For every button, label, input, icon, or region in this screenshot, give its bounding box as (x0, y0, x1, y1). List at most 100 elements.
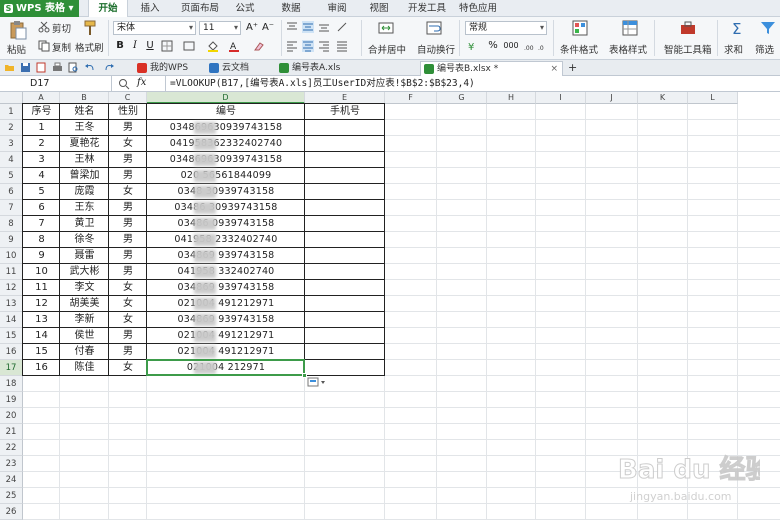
print-preview-icon[interactable] (68, 62, 79, 73)
distributed-icon[interactable] (336, 40, 348, 52)
toolbox-icon[interactable] (680, 20, 696, 36)
table-cell[interactable]: 武大彬 (60, 264, 109, 280)
font-size-select[interactable]: 11 (199, 21, 241, 35)
format-painter-button[interactable]: 格式刷 (75, 40, 104, 54)
row-header-2[interactable]: 2 (0, 120, 23, 136)
row-header-1[interactable]: 1 (0, 104, 23, 120)
wrap-text-button[interactable]: 自动换行 (417, 42, 455, 56)
table-cell[interactable]: 男 (109, 232, 147, 248)
table-cell[interactable]: 王冬 (60, 120, 109, 136)
table-cell[interactable]: 13 (23, 312, 60, 328)
table-cell[interactable]: 12 (23, 296, 60, 312)
format-painter-icon[interactable] (82, 20, 98, 36)
fill-color-icon[interactable] (207, 40, 219, 52)
export-pdf-icon[interactable] (36, 62, 47, 73)
table-cell[interactable]: 王东 (60, 200, 109, 216)
table-cell[interactable]: 10 (23, 264, 60, 280)
table-cell[interactable]: 女 (109, 312, 147, 328)
row-header-24[interactable]: 24 (0, 472, 23, 488)
merge-center-button[interactable]: 合并居中 (368, 42, 406, 56)
name-box[interactable]: D17 (0, 76, 112, 92)
table-cell[interactable]: 034869 939743158 (147, 312, 305, 328)
column-header-g[interactable]: G (437, 92, 487, 104)
doc-tab-cloud[interactable]: 云文档 (206, 61, 268, 76)
align-right-icon[interactable] (318, 40, 330, 52)
table-cell[interactable] (305, 312, 385, 328)
fx-button[interactable]: fx (137, 77, 146, 88)
doc-tab-table-b[interactable]: 编号表B.xlsx * × (420, 61, 563, 76)
tab-special[interactable]: 特色应用 (455, 0, 501, 17)
row-header-17[interactable]: 17 (0, 360, 23, 376)
copy-button[interactable]: 复制 (52, 40, 71, 54)
table-cell[interactable]: 胡美美 (60, 296, 109, 312)
table-cell[interactable] (305, 344, 385, 360)
tab-developer[interactable]: 开发工具 (404, 0, 450, 17)
formula-input[interactable]: =VLOOKUP(B17,[编号表A.xls]员工UserID对应表!$B$2:… (170, 76, 475, 92)
table-cell[interactable]: 020 56561844099 (147, 168, 305, 184)
table-cell[interactable]: 15 (23, 344, 60, 360)
table-cell[interactable]: 7 (23, 216, 60, 232)
table-cell[interactable] (305, 296, 385, 312)
table-cell[interactable]: 男 (109, 216, 147, 232)
table-cell[interactable] (305, 120, 385, 136)
table-cell[interactable]: 4 (23, 168, 60, 184)
table-cell[interactable] (305, 200, 385, 216)
row-header-20[interactable]: 20 (0, 408, 23, 424)
table-cell[interactable]: 女 (109, 296, 147, 312)
row-header-6[interactable]: 6 (0, 184, 23, 200)
row-header-16[interactable]: 16 (0, 344, 23, 360)
row-header-25[interactable]: 25 (0, 488, 23, 504)
align-bottom-icon[interactable] (318, 21, 330, 33)
table-cell[interactable] (305, 136, 385, 152)
table-cell[interactable] (305, 232, 385, 248)
row-header-19[interactable]: 19 (0, 392, 23, 408)
clear-format-icon[interactable] (253, 40, 265, 52)
row-header-7[interactable]: 7 (0, 200, 23, 216)
row-header-3[interactable]: 3 (0, 136, 23, 152)
align-center-icon[interactable] (302, 40, 314, 52)
table-cell[interactable] (305, 328, 385, 344)
row-header-13[interactable]: 13 (0, 296, 23, 312)
paste-button[interactable]: 粘贴 (7, 42, 26, 56)
row-header-11[interactable]: 11 (0, 264, 23, 280)
zoom-search-icon[interactable] (118, 78, 130, 90)
font-shrink-button[interactable]: A⁻ (261, 21, 275, 34)
tab-insert[interactable]: 插入 (134, 0, 166, 17)
number-format-select[interactable]: 常规 (465, 21, 547, 35)
align-left-icon[interactable] (286, 40, 298, 52)
table-cell[interactable]: 男 (109, 152, 147, 168)
table-cell[interactable]: 陈佳 (60, 360, 109, 376)
row-header-23[interactable]: 23 (0, 456, 23, 472)
table-cell[interactable]: 付春 (60, 344, 109, 360)
font-grow-button[interactable]: A⁺ (245, 21, 259, 34)
sum-icon[interactable]: Σ (730, 20, 746, 36)
table-cell[interactable] (305, 184, 385, 200)
table-cell[interactable]: 021004 491212971 (147, 296, 305, 312)
column-header-j[interactable]: J (586, 92, 638, 104)
percent-button[interactable]: % (487, 39, 499, 52)
bold-button[interactable]: B (114, 39, 126, 52)
decrease-decimal-icon[interactable]: .0 (538, 40, 550, 52)
row-header-21[interactable]: 21 (0, 424, 23, 440)
table-cell[interactable]: 男 (109, 264, 147, 280)
table-cell[interactable]: 侯世 (60, 328, 109, 344)
table-cell[interactable]: 李新 (60, 312, 109, 328)
merge-center-icon[interactable] (378, 20, 394, 36)
redo-icon[interactable] (104, 62, 115, 73)
save-icon[interactable] (20, 62, 31, 73)
row-header-15[interactable]: 15 (0, 328, 23, 344)
table-cell[interactable]: 曾梁加 (60, 168, 109, 184)
paste-icon[interactable] (8, 20, 28, 40)
row-header-26[interactable]: 26 (0, 504, 23, 520)
table-cell[interactable]: 3 (23, 152, 60, 168)
table-cell[interactable]: 男 (109, 248, 147, 264)
table-cell[interactable] (305, 152, 385, 168)
table-cell[interactable]: 6 (23, 200, 60, 216)
filter-button[interactable]: 筛选 (755, 42, 774, 56)
table-cell[interactable]: 14 (23, 328, 60, 344)
row-header-5[interactable]: 5 (0, 168, 23, 184)
table-cell[interactable]: 李文 (60, 280, 109, 296)
currency-icon[interactable]: ¥ (466, 40, 478, 52)
doc-tab-my-wps[interactable]: 我的WPS (134, 61, 200, 76)
table-cell[interactable] (305, 360, 385, 376)
